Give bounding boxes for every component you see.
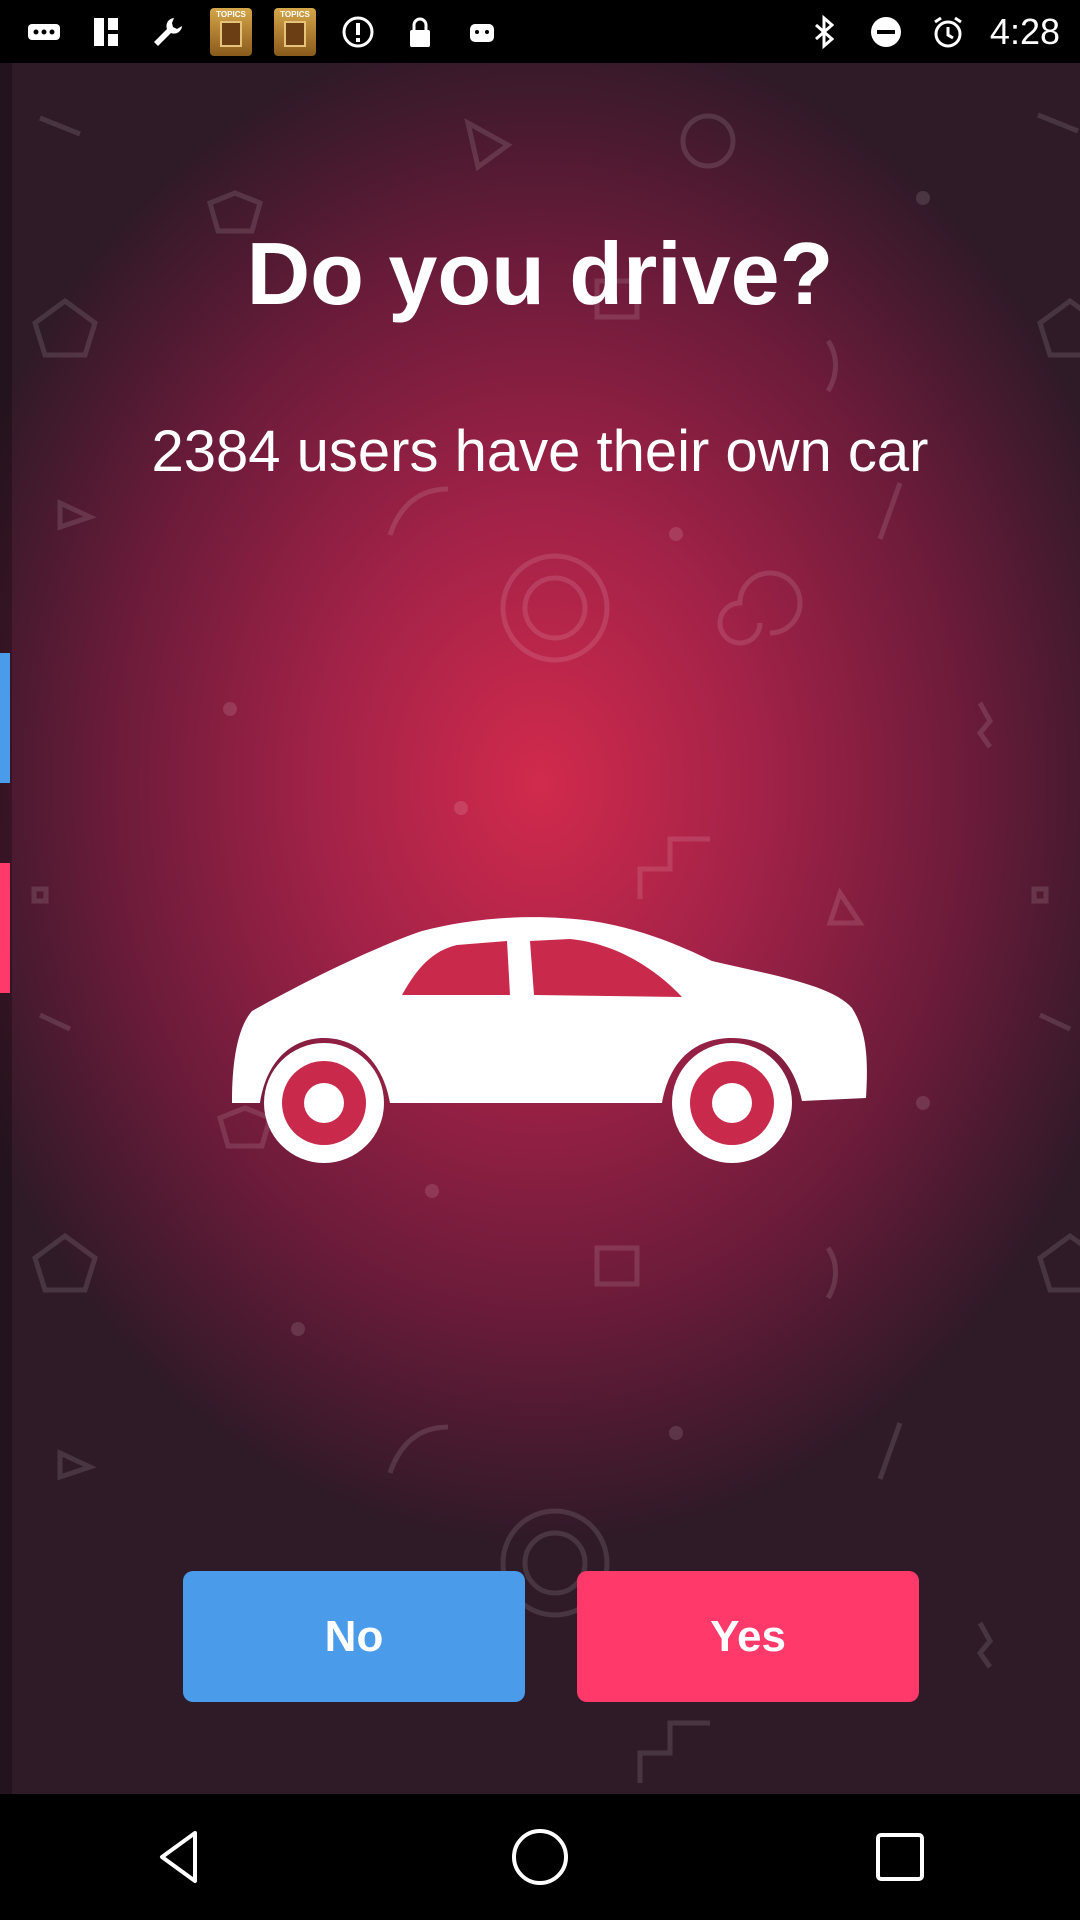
no-button-label: No: [324, 1611, 384, 1661]
no-button[interactable]: No: [183, 1571, 525, 1702]
clock-time: 4:28: [989, 10, 1060, 52]
home-icon[interactable]: [500, 1817, 580, 1897]
yes-button-label: Yes: [710, 1611, 786, 1661]
app-thumb-label: TOPICS: [216, 9, 246, 19]
back-icon[interactable]: [140, 1817, 220, 1897]
page-title: Do you drive?: [246, 224, 834, 323]
book-icon: [284, 20, 306, 47]
alarm-icon: [928, 12, 968, 52]
topics-app-icon: TOPICS: [274, 7, 316, 56]
bluetooth-icon: [804, 12, 844, 52]
users-count-text: 2384 users have their own car: [151, 419, 929, 484]
android-icon: [462, 12, 502, 52]
app-thumb-label: TOPICS: [280, 9, 310, 19]
alert-icon: [338, 12, 378, 52]
status-bar: TOPICS TOPICS 4:28: [0, 0, 1080, 63]
grid-icon: [86, 12, 126, 52]
topics-app-icon: TOPICS: [210, 7, 252, 56]
do-not-disturb-icon: [866, 12, 906, 52]
recents-icon[interactable]: [860, 1817, 940, 1897]
car-icon: [232, 917, 867, 1163]
more-icon: [24, 12, 64, 52]
question-screen: Do you drive? 2384 users have their own …: [0, 63, 1080, 1794]
wrench-icon: [148, 12, 188, 52]
yes-button[interactable]: Yes: [577, 1571, 919, 1702]
book-icon: [220, 20, 242, 47]
navigation-bar: [0, 1794, 1080, 1920]
lock-icon: [400, 12, 440, 52]
